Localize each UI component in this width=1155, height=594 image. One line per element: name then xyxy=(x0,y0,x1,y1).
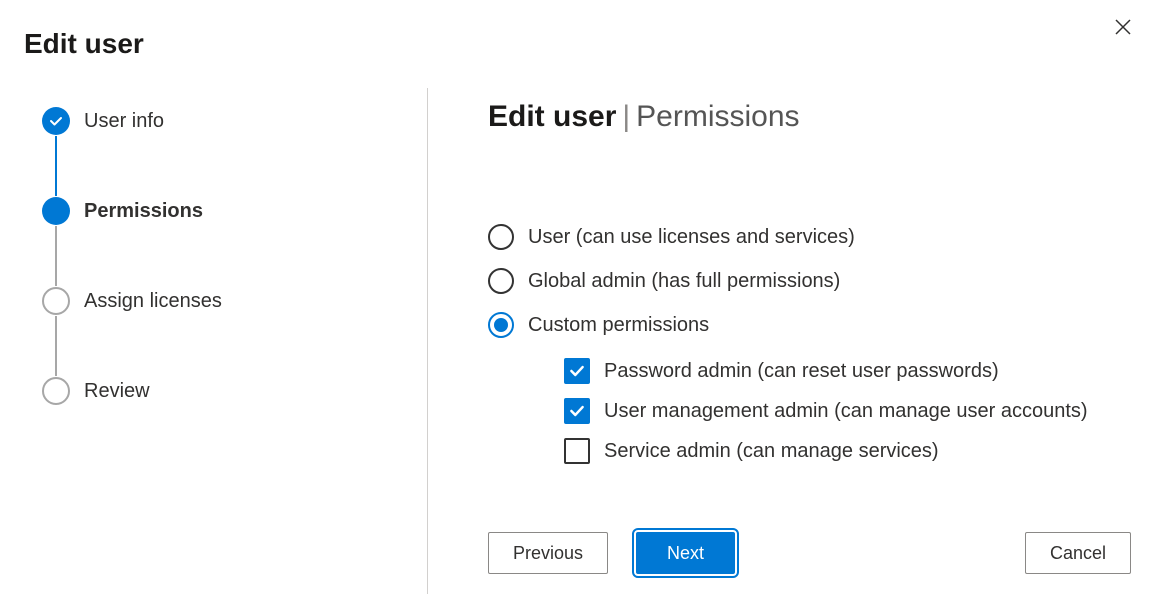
step-review[interactable]: Review xyxy=(42,376,427,406)
radio-global-admin[interactable]: Global admin (has full permissions) xyxy=(488,268,1131,294)
checkbox-icon xyxy=(564,438,590,464)
previous-button[interactable]: Previous xyxy=(488,532,608,574)
radio-user[interactable]: User (can use licenses and services) xyxy=(488,224,1131,250)
checkbox-service-admin[interactable]: Service admin (can manage services) xyxy=(564,438,1131,464)
radio-dot-icon xyxy=(494,318,508,332)
step-connector xyxy=(55,316,57,376)
radio-icon xyxy=(488,312,514,338)
checkbox-label: Service admin (can manage services) xyxy=(604,440,939,463)
checkbox-label: User management admin (can manage user a… xyxy=(604,400,1088,423)
radio-custom-permissions[interactable]: Custom permissions xyxy=(488,312,1131,338)
permission-options: User (can use licenses and services) Glo… xyxy=(488,224,1131,464)
wizard-stepper: User info Permissions Assign licenses Re… xyxy=(24,88,428,594)
step-user-info[interactable]: User info xyxy=(42,106,427,136)
close-icon xyxy=(1115,19,1131,38)
radio-label: Custom permissions xyxy=(528,314,709,337)
content-wrapper: User info Permissions Assign licenses Re… xyxy=(24,88,1131,594)
pending-step-icon xyxy=(42,287,70,315)
checkbox-icon xyxy=(564,398,590,424)
checkbox-label: Password admin (can reset user passwords… xyxy=(604,360,999,383)
dialog-title: Edit user xyxy=(24,28,144,60)
step-connector xyxy=(55,136,57,196)
step-label: Permissions xyxy=(84,200,203,223)
pending-step-icon xyxy=(42,377,70,405)
step-label: User info xyxy=(84,110,164,133)
main-panel: Edit user|Permissions User (can use lice… xyxy=(428,88,1131,594)
radio-label: Global admin (has full permissions) xyxy=(528,270,840,293)
button-bar: Previous Next Cancel xyxy=(488,532,1131,574)
next-button[interactable]: Next xyxy=(636,532,735,574)
step-assign-licenses[interactable]: Assign licenses xyxy=(42,286,427,316)
heading-separator: | xyxy=(622,100,630,133)
step-connector xyxy=(55,226,57,286)
panel-heading: Edit user|Permissions xyxy=(488,100,1131,134)
check-icon xyxy=(42,107,70,135)
radio-icon xyxy=(488,224,514,250)
step-label: Assign licenses xyxy=(84,290,222,313)
radio-icon xyxy=(488,268,514,294)
cancel-button[interactable]: Cancel xyxy=(1025,532,1131,574)
checkbox-icon xyxy=(564,358,590,384)
panel-heading-rest: Permissions xyxy=(636,100,799,133)
radio-label: User (can use licenses and services) xyxy=(528,226,855,249)
checkbox-user-mgmt-admin[interactable]: User management admin (can manage user a… xyxy=(564,398,1131,424)
panel-heading-bold: Edit user xyxy=(488,100,616,133)
step-label: Review xyxy=(84,380,150,403)
checkbox-password-admin[interactable]: Password admin (can reset user passwords… xyxy=(564,358,1131,384)
close-button[interactable] xyxy=(1107,12,1139,44)
step-permissions[interactable]: Permissions xyxy=(42,196,427,226)
current-step-icon xyxy=(42,197,70,225)
custom-permissions-list: Password admin (can reset user passwords… xyxy=(564,358,1131,464)
